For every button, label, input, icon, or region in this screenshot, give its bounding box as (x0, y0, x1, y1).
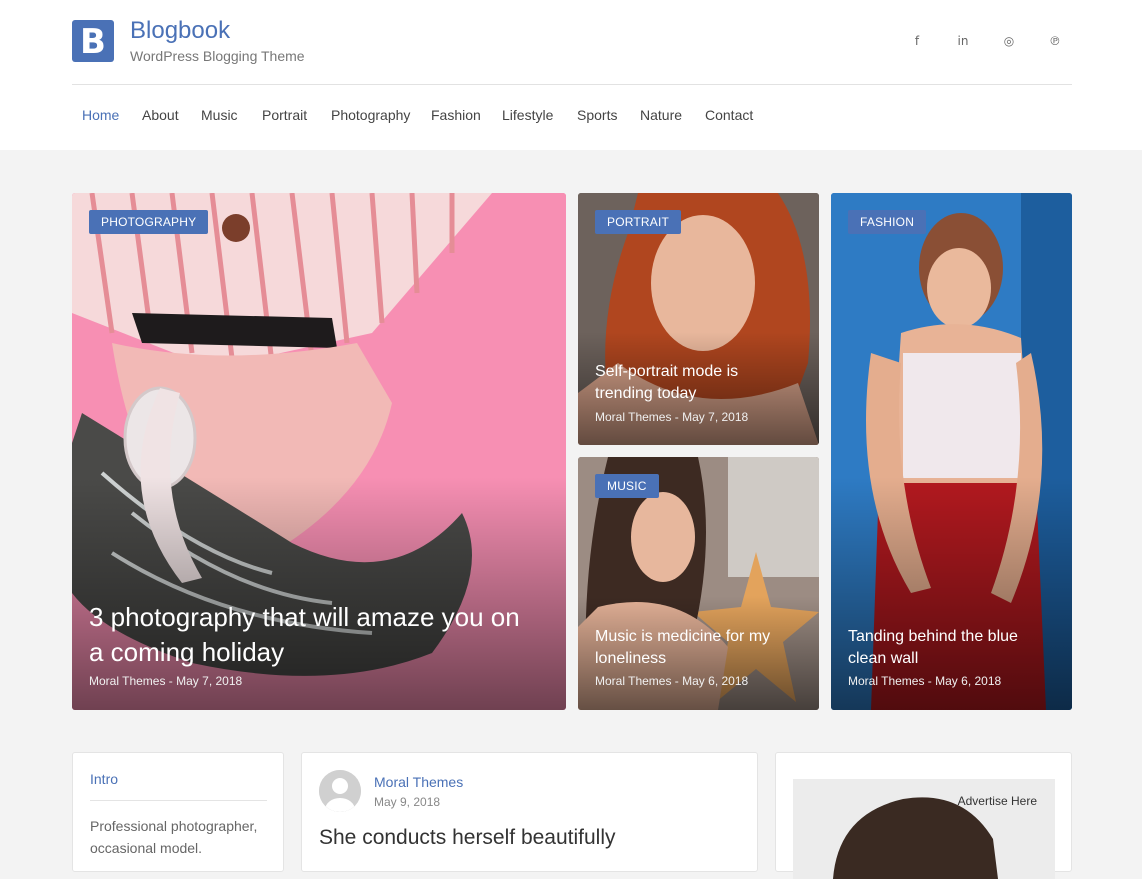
avatar[interactable] (319, 770, 361, 812)
post-card: Moral Themes May 9, 2018 She conducts he… (301, 752, 758, 872)
instagram-icon[interactable]: ◎ (997, 32, 1021, 50)
featured-title-line1[interactable]: Self-portrait mode is (595, 361, 738, 383)
featured-title-line2[interactable]: a coming holiday (89, 635, 284, 670)
category-badge[interactable]: FASHION (848, 210, 927, 234)
facebook-icon[interactable]: f (905, 32, 929, 50)
site-tagline: WordPress Blogging Theme (130, 48, 305, 64)
post-author[interactable]: Moral Themes (374, 774, 463, 790)
intro-widget: Intro Professional photographer, occasio… (72, 752, 284, 872)
post-date: May 9, 2018 (374, 795, 441, 809)
category-badge[interactable]: MUSIC (595, 474, 659, 498)
featured-title-line1[interactable]: Tanding behind the blue (848, 626, 1018, 648)
nav-item-music[interactable]: Music (201, 107, 238, 123)
pinterest-icon[interactable]: ℗ (1043, 32, 1067, 50)
featured-title-line2[interactable]: trending today (595, 383, 696, 405)
social-links: f in ◎ ℗ (905, 32, 1075, 50)
intro-text: Professional photographer, occasional mo… (90, 815, 270, 859)
widget-title: Intro (90, 771, 119, 787)
logo-letter: B (80, 22, 106, 62)
nav-item-portrait[interactable]: Portrait (262, 107, 307, 123)
featured-meta: Moral Themes - May 7, 2018 (89, 674, 243, 688)
nav-item-fashion[interactable]: Fashion (431, 107, 481, 123)
post-title[interactable]: She conducts herself beautifully (319, 826, 616, 850)
category-badge[interactable]: PORTRAIT (595, 210, 682, 234)
featured-title-line1[interactable]: 3 photography that will amaze you on (89, 600, 520, 635)
featured-card-fashion[interactable]: FASHION Tanding behind the blue clean wa… (831, 193, 1072, 710)
nav-item-about[interactable]: About (142, 107, 179, 123)
nav-item-sports[interactable]: Sports (577, 107, 617, 123)
category-badge[interactable]: PHOTOGRAPHY (89, 210, 209, 234)
nav-item-photography[interactable]: Photography (331, 107, 410, 123)
intro-text-line1: Professional photographer, (90, 818, 258, 834)
nav-item-contact[interactable]: Contact (705, 107, 753, 123)
featured-meta: Moral Themes - May 6, 2018 (595, 674, 749, 688)
site-logo[interactable]: B (72, 20, 114, 62)
header-divider (72, 84, 1072, 85)
advertise-label: Advertise Here (957, 794, 1037, 808)
featured-title-line2[interactable]: clean wall (848, 648, 918, 670)
site-title[interactable]: Blogbook (130, 17, 230, 45)
nav-item-nature[interactable]: Nature (640, 107, 682, 123)
nav-item-lifestyle[interactable]: Lifestyle (502, 107, 553, 123)
nav-item-home[interactable]: Home (82, 107, 119, 123)
linkedin-icon[interactable]: in (951, 32, 975, 50)
advertisement-widget: Advertise Here (775, 752, 1072, 879)
featured-meta: Moral Themes - May 6, 2018 (848, 674, 1002, 688)
featured-card-music[interactable]: MUSIC Music is medicine for my lonelines… (578, 457, 819, 710)
featured-meta: Moral Themes - May 7, 2018 (595, 410, 749, 424)
featured-title-line1[interactable]: Music is medicine for my (595, 626, 770, 648)
featured-card-portrait[interactable]: PORTRAIT Self-portrait mode is trending … (578, 193, 819, 445)
widget-divider (90, 800, 267, 801)
user-silhouette-icon (319, 770, 361, 812)
site-header: B Blogbook WordPress Blogging Theme f in… (0, 0, 1142, 150)
featured-title-line2[interactable]: loneliness (595, 648, 666, 670)
advertisement-image[interactable]: Advertise Here (793, 779, 1055, 879)
featured-card-photography[interactable]: PHOTOGRAPHY 3 photography that will amaz… (72, 193, 566, 710)
